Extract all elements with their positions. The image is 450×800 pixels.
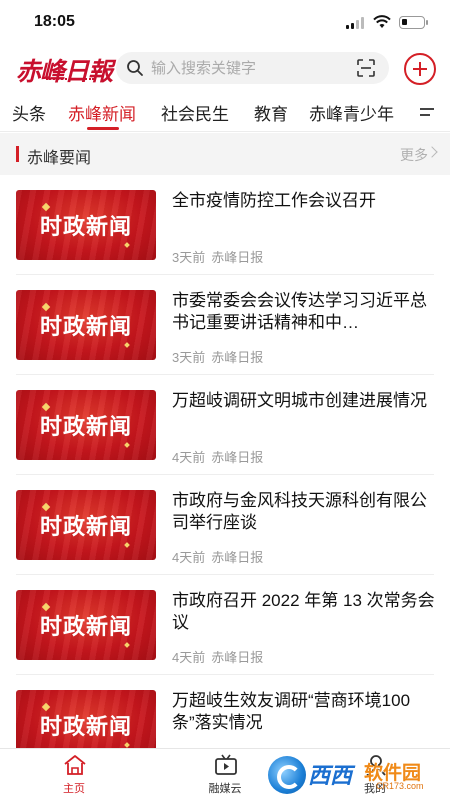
- video-icon: [215, 754, 237, 775]
- tab-youth[interactable]: 赤峰青少年: [309, 100, 394, 125]
- news-thumbnail: 时政新闻: [16, 290, 156, 360]
- more-link[interactable]: 更多: [400, 145, 428, 165]
- news-source: 赤峰日报: [211, 250, 264, 265]
- tab-education[interactable]: 教育: [254, 100, 288, 125]
- news-title: 市政府召开 2022 年第 13 次常务会议: [172, 591, 435, 632]
- thumbnail-label: 时政新闻: [39, 214, 132, 240]
- news-time: 4天前: [172, 650, 206, 665]
- news-thumbnail: 时政新闻: [16, 690, 156, 748]
- section-accent-bar: [16, 146, 19, 162]
- tab-society[interactable]: 社会民生: [161, 100, 229, 125]
- news-list: 时政新闻 全市疫情防控工作会议召开 3天前 赤峰日报 时政新闻 市委常委会会议传达…: [0, 175, 450, 748]
- news-source: 赤峰日报: [211, 550, 264, 565]
- search-icon: [127, 60, 143, 76]
- news-item[interactable]: 时政新闻 市政府召开 2022 年第 13 次常务会议 4天前 赤峰日报: [0, 575, 450, 675]
- news-item[interactable]: 时政新闻 全市疫情防控工作会议召开 3天前 赤峰日报: [0, 175, 450, 275]
- thumbnail-label: 时政新闻: [39, 614, 132, 640]
- chevron-right-icon[interactable]: [426, 146, 438, 158]
- news-title: 万超岐生效友调研“营商环境100条”落实情况: [172, 691, 411, 732]
- watermark-text: 西西: [308, 763, 353, 788]
- news-meta: 3天前 赤峰日报: [172, 247, 263, 266]
- battery-icon: [399, 16, 428, 29]
- nav-home-label: 主页: [63, 783, 85, 795]
- news-source: 赤峰日报: [211, 450, 264, 465]
- news-time: 3天前: [172, 250, 206, 265]
- nav-media-cloud-label: 融媒云: [208, 783, 242, 795]
- section-title: 赤峰要闻: [27, 150, 92, 167]
- watermark-url: CR173.com: [376, 781, 424, 791]
- plus-circle-icon[interactable]: [404, 53, 436, 85]
- news-time: 4天前: [172, 550, 206, 565]
- news-source: 赤峰日报: [211, 650, 264, 665]
- cellular-signal-icon: [346, 17, 366, 29]
- news-meta: 4天前 赤峰日报: [172, 647, 263, 666]
- app-logo[interactable]: 赤峰日報: [16, 52, 113, 88]
- status-time: 18:05: [34, 13, 75, 30]
- thumbnail-label: 时政新闻: [39, 714, 132, 740]
- battery-level: [402, 19, 407, 25]
- site-watermark: 西西 软件园 CR173.com: [268, 754, 446, 796]
- news-item[interactable]: 时政新闻 万超岐生效友调研“营商环境100条”落实情况: [0, 675, 450, 748]
- thumbnail-label: 时政新闻: [39, 314, 132, 340]
- news-time: 3天前: [172, 350, 206, 365]
- news-item[interactable]: 时政新闻 市委常委会会议传达学习习近平总书记重要讲话精神和中… 3天前 赤峰日报: [0, 275, 450, 375]
- wifi-icon: [373, 15, 391, 28]
- search-input[interactable]: [151, 52, 341, 84]
- news-time: 4天前: [172, 450, 206, 465]
- logo-underline: [46, 78, 94, 81]
- news-item[interactable]: 时政新闻 市政府与金风科技天源科创有限公司举行座谈 4天前 赤峰日报: [0, 475, 450, 575]
- thumbnail-label: 时政新闻: [39, 414, 132, 440]
- watermark-logo: [268, 756, 306, 794]
- news-source: 赤峰日报: [211, 350, 264, 365]
- channel-tabs: 头条 赤峰新闻 社会民生 教育 赤峰青少年: [0, 92, 450, 132]
- news-thumbnail: 时政新闻: [16, 390, 156, 460]
- menu-icon[interactable]: [420, 108, 434, 118]
- news-meta: 4天前 赤峰日报: [172, 547, 263, 566]
- news-title: 市政府与金风科技天源科创有限公司举行座谈: [172, 491, 427, 532]
- scan-icon[interactable]: [357, 59, 375, 77]
- news-meta: 3天前 赤峰日报: [172, 347, 263, 366]
- news-title: 市委常委会会议传达学习习近平总书记重要讲话精神和中…: [172, 291, 427, 332]
- tab-chifeng-news[interactable]: 赤峰新闻: [68, 100, 136, 125]
- news-title: 全市疫情防控工作会议召开: [172, 191, 376, 210]
- news-thumbnail: 时政新闻: [16, 490, 156, 560]
- active-tab-indicator: [87, 127, 119, 130]
- thumbnail-label: 时政新闻: [39, 514, 132, 540]
- tab-headlines[interactable]: 头条: [12, 100, 46, 125]
- news-meta: 4天前 赤峰日报: [172, 447, 263, 466]
- nav-home[interactable]: 主页: [29, 749, 119, 800]
- nav-media-cloud[interactable]: 融媒云: [180, 749, 270, 800]
- news-title: 万超岐调研文明城市创建进展情况: [172, 391, 427, 410]
- status-bar: 18:05: [0, 0, 450, 44]
- app-header: 赤峰日報: [0, 44, 450, 92]
- home-icon: [64, 755, 86, 775]
- search-bar[interactable]: [116, 52, 389, 84]
- section-header: 赤峰要闻 更多: [0, 133, 450, 175]
- news-thumbnail: 时政新闻: [16, 590, 156, 660]
- news-thumbnail: 时政新闻: [16, 190, 156, 260]
- news-item[interactable]: 时政新闻 万超岐调研文明城市创建进展情况 4天前 赤峰日报: [0, 375, 450, 475]
